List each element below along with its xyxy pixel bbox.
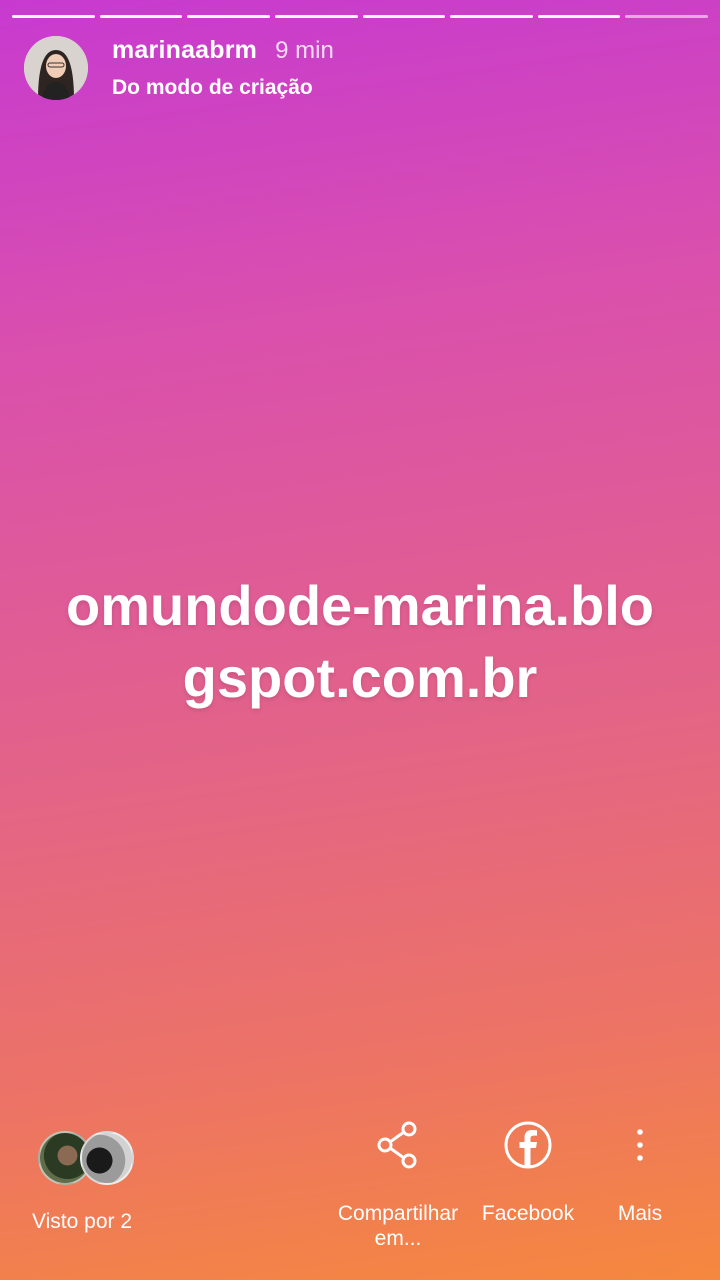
progress-segment (537, 15, 621, 18)
story-source-label[interactable]: Do modo de criação (112, 76, 313, 100)
share-label: Compartilhar em... (337, 1202, 459, 1250)
facebook-label: Facebook (481, 1202, 575, 1225)
story-text-line: omundode-marina.blo (66, 574, 654, 637)
avatar[interactable] (24, 36, 88, 100)
share-button[interactable]: Compartilhar em... (330, 1120, 466, 1251)
progress-segment (99, 15, 183, 18)
story-header: marinaabrm 9 min Do modo de criação (24, 36, 696, 100)
facebook-button[interactable]: Facebook (474, 1120, 582, 1226)
progress-segment (362, 15, 446, 18)
more-label: Mais (617, 1202, 663, 1225)
progress-segment (274, 15, 358, 18)
story-actions: Compartilhar em... Facebook Mais (0, 1120, 720, 1260)
story-text: omundode-marina.blo gspot.com.br (30, 570, 690, 714)
story-text-line: gspot.com.br (182, 646, 538, 709)
story-progress-bar (12, 15, 708, 19)
more-button[interactable]: Mais (606, 1120, 674, 1226)
progress-segment (187, 15, 270, 18)
progress-segment-current (625, 15, 708, 18)
progress-segment (12, 15, 95, 18)
share-icon (330, 1120, 466, 1175)
facebook-icon (474, 1120, 582, 1175)
username[interactable]: marinaabrm (112, 36, 257, 65)
post-time: 9 min (275, 37, 334, 64)
progress-segment (450, 15, 533, 18)
more-vertical-icon (606, 1120, 674, 1175)
